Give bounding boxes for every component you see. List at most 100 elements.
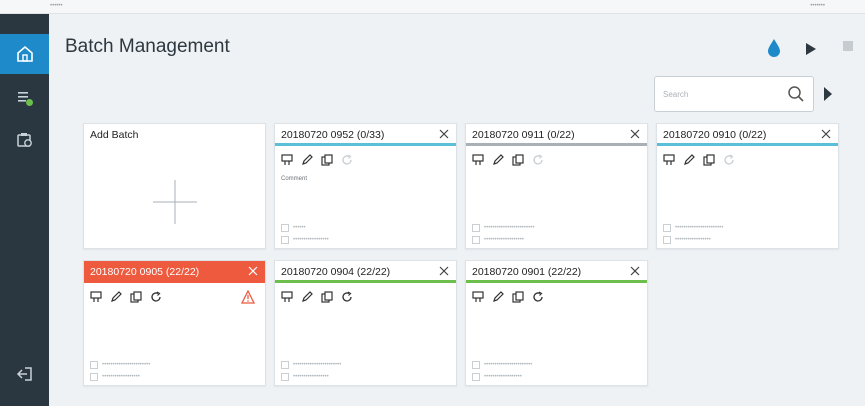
warning-icon[interactable] [241,290,255,304]
refresh-icon[interactable] [722,153,736,167]
batch-title: 20180720 0905 (22/22) [90,266,200,278]
meta-checkbox [472,236,480,244]
batch-meta-line: ••••••••••••••••• [281,236,329,244]
batch-meta-line: ••••••••••••••••••• [472,236,524,244]
batch-card[interactable]: 20180720 0905 (22/22) ••••••••••••••••••… [83,260,266,386]
batch-meta-text: ••••••••••••••••• [293,237,329,243]
meta-checkbox [90,361,98,369]
device-icon [16,133,32,147]
meta-checkbox [281,224,289,232]
edit-icon[interactable] [682,153,696,167]
settings-icon[interactable] [471,290,485,304]
play-icon[interactable] [806,43,816,55]
batch-meta-text: ••••••••••••••••••••••• [484,362,533,368]
home-icon [16,45,33,62]
batch-card[interactable]: 20180720 0904 (22/22) ••••••••••••••••••… [274,260,457,386]
refresh-icon[interactable] [340,153,354,167]
refresh-icon[interactable] [531,153,545,167]
settings-icon[interactable] [471,153,485,167]
search-box [654,76,814,112]
sidebar [0,14,49,406]
logout-icon [16,367,32,381]
batch-card[interactable]: 20180720 0901 (22/22) ••••••••••••••••••… [465,260,648,386]
batch-meta-line: ••••••••••••••••• [281,373,329,381]
edit-icon[interactable] [300,153,314,167]
batch-comment: Comment [281,176,308,182]
batch-title: 20180720 0904 (22/22) [281,266,391,278]
copy-icon[interactable] [702,153,716,167]
settings-icon[interactable] [662,153,676,167]
window-title-right: ••••••• [810,3,825,9]
edit-icon[interactable] [300,290,314,304]
batch-meta-line: ••••••••••••••••••••••• [90,361,150,369]
refresh-icon[interactable] [340,290,354,304]
drop-icon[interactable] [767,38,781,58]
expand-arrow-icon[interactable] [823,86,833,102]
batch-card[interactable]: 20180720 0911 (0/22) •••••••••••••••••••… [465,123,648,249]
sidebar-item-logout[interactable] [0,354,49,394]
batch-meta-text: ••••••••••••••••• [675,237,711,243]
batch-card-header: 20180720 0911 (0/22) [466,124,647,146]
batch-meta-text: •••••• [293,225,306,231]
batch-card-header: 20180720 0910 (0/22) [657,124,838,146]
copy-icon[interactable] [511,290,525,304]
batch-title: 20180720 0952 (0/33) [281,129,385,141]
stop-icon[interactable] [843,41,853,51]
batch-actions [280,290,354,304]
add-batch-card[interactable]: Add Batch [83,123,266,249]
close-icon[interactable] [438,265,450,277]
batch-card-header: 20180720 0904 (22/22) [275,261,456,283]
close-icon[interactable] [438,128,450,140]
edit-icon[interactable] [491,153,505,167]
batch-meta-line: •••••••••••••••••••••••• [472,224,534,232]
refresh-icon[interactable] [149,290,163,304]
plus-icon [153,180,197,224]
batch-meta-line: ••••••••••••••••••••••• [281,361,341,369]
settings-icon[interactable] [280,290,294,304]
sidebar-item-batches[interactable] [0,78,49,118]
edit-icon[interactable] [491,290,505,304]
close-icon[interactable] [820,128,832,140]
window-title-left: •••••• [50,3,63,9]
batch-card-header: 20180720 0901 (22/22) [466,261,647,283]
edit-icon[interactable] [109,290,123,304]
meta-checkbox [281,361,289,369]
meta-checkbox [472,361,480,369]
batch-card[interactable]: 20180720 0910 (0/22) •••••••••••••••••••… [656,123,839,249]
main-content: Batch Management Add Batch 20180720 0952… [49,14,865,406]
batch-actions [662,153,736,167]
batch-title: 20180720 0910 (0/22) [663,129,767,141]
close-icon[interactable] [247,265,259,277]
meta-checkbox [663,224,671,232]
batch-list-icon [17,92,33,106]
batch-actions [471,153,545,167]
settings-icon[interactable] [89,290,103,304]
batch-meta-line: •••••• [281,224,306,232]
batch-meta-text: ••••••••••••••••••••••• [293,362,342,368]
search-icon[interactable] [787,85,805,103]
copy-icon[interactable] [511,153,525,167]
batch-meta-line: ••••••••••••••••• [663,236,711,244]
batch-card[interactable]: 20180720 0952 (0/33) Comment •••••• ••••… [274,123,457,249]
batch-card-header: 20180720 0905 (22/22) [84,261,265,283]
batch-meta-line: •••••••••••••••••• [90,373,140,381]
search-input[interactable] [663,86,773,102]
batch-actions [471,290,545,304]
meta-checkbox [90,373,98,381]
copy-icon[interactable] [320,290,334,304]
batch-meta-text: ••••••••••••••••••••••• [102,362,151,368]
close-icon[interactable] [629,265,641,277]
sidebar-item-home[interactable] [0,34,49,74]
batch-meta-text: ••••••••••••••••• [293,374,329,380]
sidebar-item-devices[interactable] [0,120,49,160]
meta-checkbox [281,236,289,244]
window-titlebar: •••••• ••••••• [0,0,865,14]
copy-icon[interactable] [320,153,334,167]
close-icon[interactable] [629,128,641,140]
batch-meta-text: •••••••••••••••••• [102,374,140,380]
add-batch-label: Add Batch [90,129,139,141]
settings-icon[interactable] [280,153,294,167]
refresh-icon[interactable] [531,290,545,304]
copy-icon[interactable] [129,290,143,304]
batch-title: 20180720 0911 (0/22) [472,129,575,141]
